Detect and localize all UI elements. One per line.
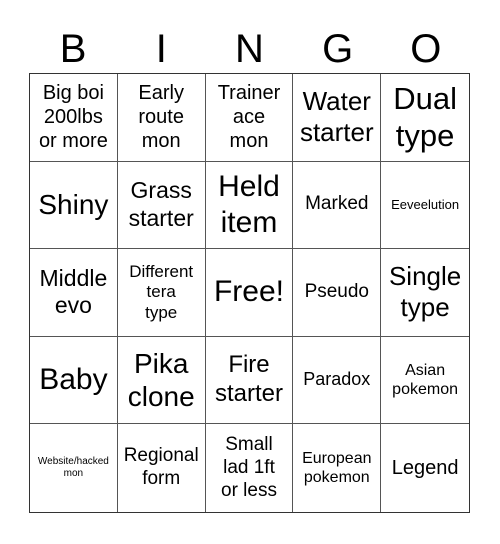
bingo-cell[interactable]: Trainer ace mon	[205, 74, 294, 162]
free-space-cell[interactable]: Free!	[205, 249, 294, 337]
bingo-cell[interactable]: Big boi 200lbs or more	[30, 74, 118, 162]
bingo-header: B I N G O	[29, 26, 470, 72]
cell-text: Legend	[391, 457, 459, 480]
bingo-cell[interactable]: Held item	[205, 161, 294, 250]
cell-text: Pika clone	[127, 347, 195, 413]
header-letter-g: G	[322, 27, 354, 71]
header-letter-b: B	[59, 27, 87, 71]
cell-text: European pokemon	[302, 450, 372, 487]
cell-text: Eeveelution	[391, 197, 460, 213]
bingo-cell[interactable]: Regional form	[118, 424, 206, 512]
cell-text: Single type	[388, 261, 462, 323]
cell-text: Asian pokemon	[392, 361, 458, 399]
bingo-cell[interactable]: Grass starter	[117, 161, 206, 250]
bingo-cell[interactable]: Paradox	[293, 336, 382, 425]
cell-text: Paradox	[303, 369, 371, 390]
bingo-cell[interactable]: Pseudo	[293, 249, 382, 337]
cell-text: Free!	[213, 275, 284, 309]
bingo-cell[interactable]: Middle evo	[30, 249, 118, 337]
cell-text: Trainer ace mon	[217, 82, 281, 153]
cell-text: Baby	[39, 363, 108, 397]
bingo-cell[interactable]: Asian pokemon	[381, 337, 469, 425]
bingo-cell[interactable]: Single type	[381, 249, 469, 337]
cell-text: Dual type	[393, 81, 457, 154]
bingo-grid: Big boi 200lbs or more Early route mon T…	[29, 73, 470, 513]
bingo-cell[interactable]: Website/hacked mon	[30, 424, 118, 512]
bingo-cell[interactable]: Different tera type	[117, 249, 206, 337]
cell-text: Big boi 200lbs or more	[38, 82, 108, 153]
cell-text: Marked	[305, 193, 369, 215]
header-letter-o: O	[410, 27, 442, 71]
bingo-cell[interactable]: Dual type	[381, 74, 469, 162]
bingo-cell[interactable]: Water starter	[293, 74, 382, 162]
header-letter-n: N	[235, 27, 264, 71]
cell-text: Pseudo	[304, 281, 370, 303]
bingo-cell[interactable]: Fire starter	[205, 336, 294, 425]
bingo-cell[interactable]: Baby	[30, 336, 118, 425]
cell-text: Fire starter	[214, 351, 283, 408]
bingo-cell[interactable]: Pika clone	[117, 336, 206, 425]
bingo-cell[interactable]: European pokemon	[293, 424, 382, 512]
bingo-cell[interactable]: Marked	[293, 161, 382, 250]
bingo-cell[interactable]: Legend	[381, 424, 469, 512]
header-letter-i: I	[155, 27, 167, 71]
cell-text: Early route mon	[138, 82, 184, 153]
cell-text: Regional form	[123, 445, 199, 490]
bingo-cell[interactable]: Small lad 1ft or less	[206, 424, 294, 512]
cell-text: Middle evo	[39, 264, 108, 319]
bingo-cell[interactable]: Eeveelution	[381, 162, 469, 250]
cell-text: Website/hacked mon	[37, 456, 109, 480]
cell-text: Shiny	[38, 189, 109, 221]
cell-text: Different tera type	[129, 261, 194, 322]
bingo-cell[interactable]: Shiny	[30, 161, 118, 250]
bingo-cell[interactable]: Early route mon	[117, 74, 206, 162]
cell-text: Grass starter	[128, 177, 194, 231]
cell-text: Small lad 1ft or less	[221, 433, 277, 501]
cell-text: Held item	[218, 169, 280, 239]
cell-text: Water starter	[299, 86, 374, 148]
